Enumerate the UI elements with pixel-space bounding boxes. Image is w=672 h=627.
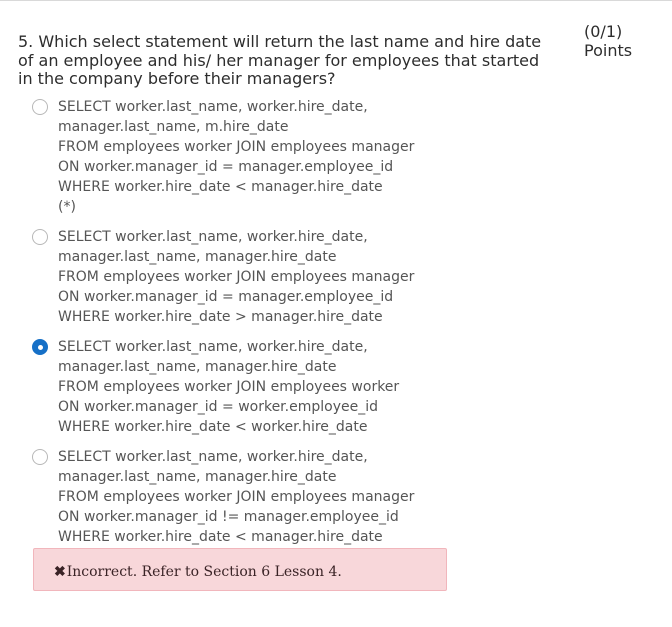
top-divider [0, 0, 672, 1]
option-line: WHERE worker.hire_date < worker.hire_dat… [58, 419, 368, 435]
option-line: SELECT worker.last_name, worker.hire_dat… [58, 229, 368, 245]
option-line: ON worker.manager_id = manager.employee_… [58, 159, 394, 175]
option-line: FROM employees worker JOIN employees man… [58, 489, 415, 505]
points-label: Points [584, 41, 633, 60]
radio-button-2[interactable] [32, 229, 48, 245]
option-line: manager.last_name, manager.hire_date [58, 469, 337, 485]
feedback-banner: ✖Incorrect. Refer to Section 6 Lesson 4. [33, 548, 447, 591]
option-line: ON worker.manager_id = worker.employee_i… [58, 399, 378, 415]
option-line: FROM employees worker JOIN employees man… [58, 139, 415, 155]
option-line: ON worker.manager_id != manager.employee… [58, 509, 399, 525]
option-line: FROM employees worker JOIN employees wor… [58, 379, 400, 395]
points-score: (0/1) [584, 22, 623, 41]
option-line: SELECT worker.last_name, worker.hire_dat… [58, 99, 368, 115]
option-line: (*) [58, 199, 76, 215]
radio-button-3-selected[interactable] [32, 339, 48, 355]
option-line: manager.last_name, manager.hire_date [58, 249, 337, 265]
option-line: SELECT worker.last_name, worker.hire_dat… [58, 339, 368, 355]
feedback-text: Incorrect. Refer to Section 6 Lesson 4. [66, 564, 342, 580]
option-line: manager.last_name, m.hire_date [58, 119, 289, 135]
option-line: manager.last_name, manager.hire_date [58, 359, 337, 375]
points-indicator: (0/1) Points [584, 22, 654, 60]
feedback-message: ✖Incorrect. Refer to Section 6 Lesson 4. [54, 563, 342, 581]
option-line: ON worker.manager_id = manager.employee_… [58, 289, 394, 305]
answer-option-text: SELECT worker.last_name, worker.hire_dat… [58, 337, 478, 437]
answer-option-text: SELECT worker.last_name, worker.hire_dat… [58, 447, 478, 547]
option-line: WHERE worker.hire_date < manager.hire_da… [58, 529, 383, 545]
option-line: FROM employees worker JOIN employees man… [58, 269, 415, 285]
answer-option-text: SELECT worker.last_name, worker.hire_dat… [58, 97, 478, 217]
question-text: 5. Which select statement will return th… [18, 32, 542, 88]
radio-button-4[interactable] [32, 449, 48, 465]
radio-button-1[interactable] [32, 99, 48, 115]
option-line: WHERE worker.hire_date < manager.hire_da… [58, 179, 383, 195]
answer-option-text: SELECT worker.last_name, worker.hire_dat… [58, 227, 478, 327]
x-icon: ✖ [54, 564, 66, 580]
option-line: WHERE worker.hire_date > manager.hire_da… [58, 309, 383, 325]
option-line: SELECT worker.last_name, worker.hire_dat… [58, 449, 368, 465]
